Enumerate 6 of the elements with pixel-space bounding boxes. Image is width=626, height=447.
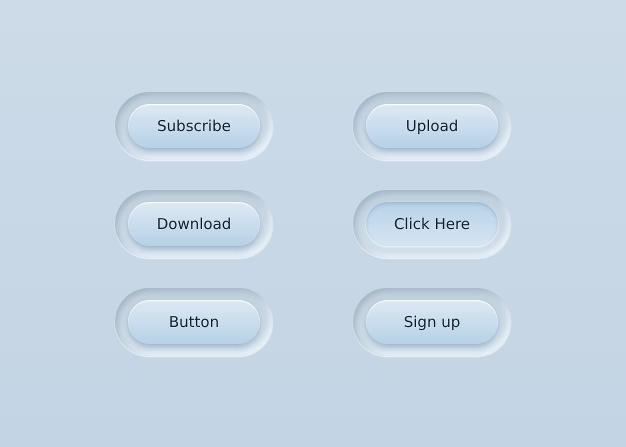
pill-button[interactable]: Sign up <box>366 300 498 344</box>
pill-button[interactable]: Upload <box>366 104 498 148</box>
pill-button[interactable]: Click Here <box>366 202 498 246</box>
pill-button[interactable]: Download <box>128 202 260 246</box>
pill-button[interactable]: Subscribe <box>128 104 260 148</box>
pill-button[interactable]: Button <box>128 300 260 344</box>
